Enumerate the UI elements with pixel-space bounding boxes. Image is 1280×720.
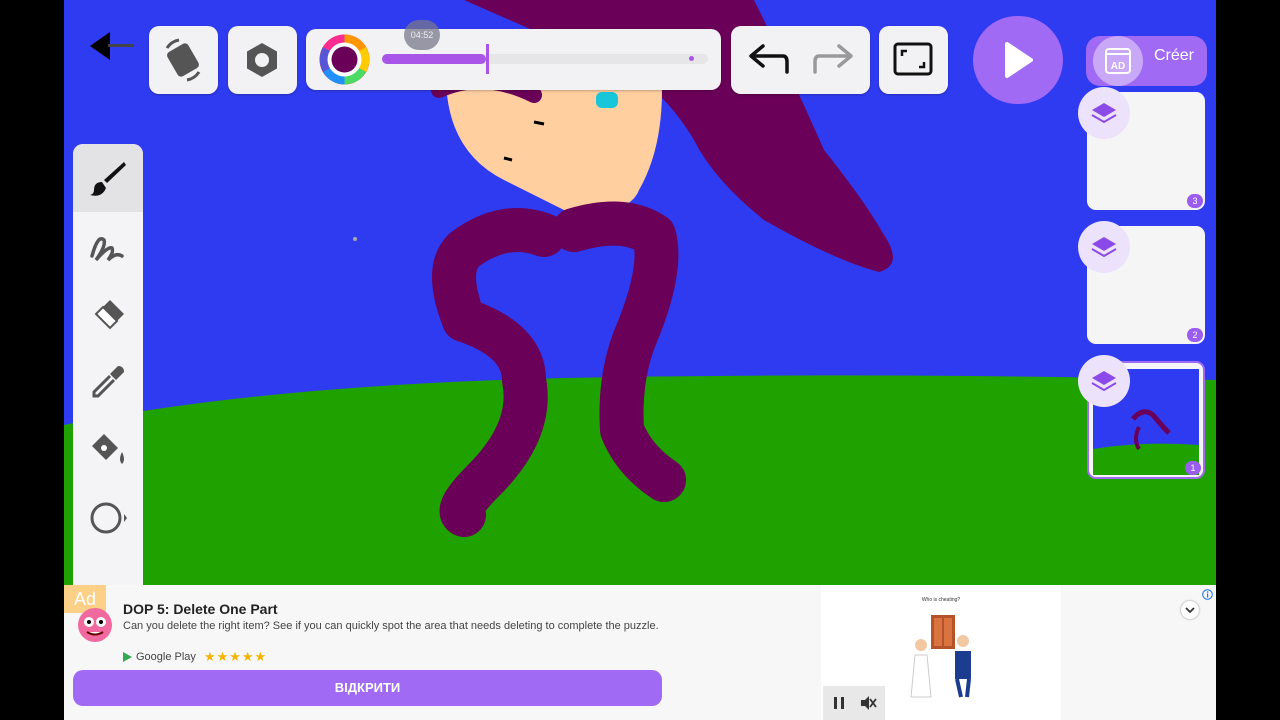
app-mascot-icon bbox=[78, 608, 112, 642]
ad-icon-text: AD bbox=[1111, 61, 1125, 72]
ad-app-icon[interactable] bbox=[73, 603, 117, 643]
undo-button[interactable] bbox=[731, 26, 800, 94]
info-icon bbox=[1202, 589, 1213, 600]
undo-redo-panel bbox=[731, 26, 870, 94]
slider-thumb[interactable] bbox=[485, 44, 489, 74]
redo-icon bbox=[813, 44, 853, 74]
ad-reward-icon: AD bbox=[1093, 36, 1143, 86]
timer-badge: 04:52 bbox=[404, 20, 440, 50]
create-label: Créer bbox=[1154, 47, 1195, 64]
ad-open-button[interactable]: ВІДКРИТИ bbox=[73, 670, 662, 706]
redo-button[interactable] bbox=[801, 26, 870, 94]
back-button[interactable] bbox=[88, 28, 138, 64]
ad-banner: Ad DOP 5: Delete One Part Can you delete… bbox=[64, 585, 1216, 720]
ad-store-name: Google Play bbox=[136, 651, 196, 663]
layers-button-2[interactable] bbox=[1078, 221, 1130, 273]
rotate-icon bbox=[165, 38, 201, 82]
scribble-icon bbox=[90, 237, 124, 262]
color-wheel-icon bbox=[319, 34, 370, 85]
layers-button-3[interactable] bbox=[1078, 87, 1130, 139]
hexagon-nut-icon bbox=[247, 43, 277, 77]
slider-fill bbox=[382, 54, 486, 64]
tool-shape[interactable] bbox=[73, 484, 143, 552]
create-button[interactable]: AD Créer bbox=[1086, 36, 1207, 86]
paint-bucket-icon bbox=[92, 434, 124, 464]
drawing-canvas[interactable]: 04:52 AD Créer 3 2 1 Ad DOP 5: Delete On… bbox=[64, 0, 1216, 720]
ad-rating-stars: ★★★★★ bbox=[203, 649, 268, 664]
play-icon bbox=[1005, 42, 1033, 78]
tool-eraser[interactable] bbox=[73, 280, 143, 348]
video-controls bbox=[823, 686, 885, 720]
circle-shape-icon bbox=[90, 502, 127, 534]
eraser-icon bbox=[94, 300, 124, 330]
ad-info-button[interactable] bbox=[1202, 587, 1213, 600]
settings-button[interactable] bbox=[228, 26, 297, 94]
frame-number: 1 bbox=[1185, 461, 1201, 475]
brush-size-slider[interactable] bbox=[382, 44, 708, 74]
frame-number: 3 bbox=[1187, 194, 1203, 208]
ad-illustration bbox=[910, 615, 971, 698]
google-play-icon bbox=[123, 652, 132, 662]
undo-icon bbox=[749, 44, 789, 74]
tool-eyedropper[interactable] bbox=[73, 348, 143, 416]
color-wheel-button[interactable] bbox=[318, 33, 371, 86]
ad-image-caption: Who is cheating? bbox=[921, 597, 961, 603]
ad-description: Can you delete the right item? See if yo… bbox=[123, 620, 659, 632]
ad-film-icon: AD bbox=[1105, 48, 1131, 74]
brush-icon bbox=[90, 162, 126, 196]
mute-button[interactable] bbox=[859, 694, 877, 712]
frame-corners-icon bbox=[893, 42, 933, 76]
frame-number: 2 bbox=[1187, 328, 1203, 342]
tool-fill[interactable] bbox=[73, 416, 143, 484]
ad-image[interactable]: Who is cheating? bbox=[821, 585, 1061, 720]
eyedropper-icon bbox=[92, 366, 124, 398]
color-size-panel bbox=[306, 29, 721, 90]
ad-collapse-button[interactable] bbox=[1181, 601, 1199, 619]
fit-screen-button[interactable] bbox=[879, 26, 948, 94]
back-arrow-icon bbox=[90, 32, 134, 60]
chevron-down-icon bbox=[1185, 607, 1195, 614]
layers-icon bbox=[1091, 371, 1117, 392]
ad-title: DOP 5: Delete One Part bbox=[123, 601, 278, 617]
play-button[interactable] bbox=[973, 16, 1063, 104]
tool-pencil[interactable] bbox=[73, 212, 143, 280]
layers-icon bbox=[1091, 103, 1117, 124]
tool-brush[interactable] bbox=[73, 144, 143, 212]
layers-icon bbox=[1091, 237, 1117, 258]
rotate-canvas-button[interactable] bbox=[149, 26, 218, 94]
tool-sidebar bbox=[73, 144, 143, 594]
pause-button[interactable] bbox=[831, 695, 847, 711]
slider-end-dot bbox=[689, 56, 694, 61]
pause-icon bbox=[834, 697, 844, 709]
mute-icon bbox=[861, 696, 877, 710]
layers-button-1[interactable] bbox=[1078, 355, 1130, 407]
ad-store-row: Google Play ★★★★★ bbox=[123, 649, 267, 665]
